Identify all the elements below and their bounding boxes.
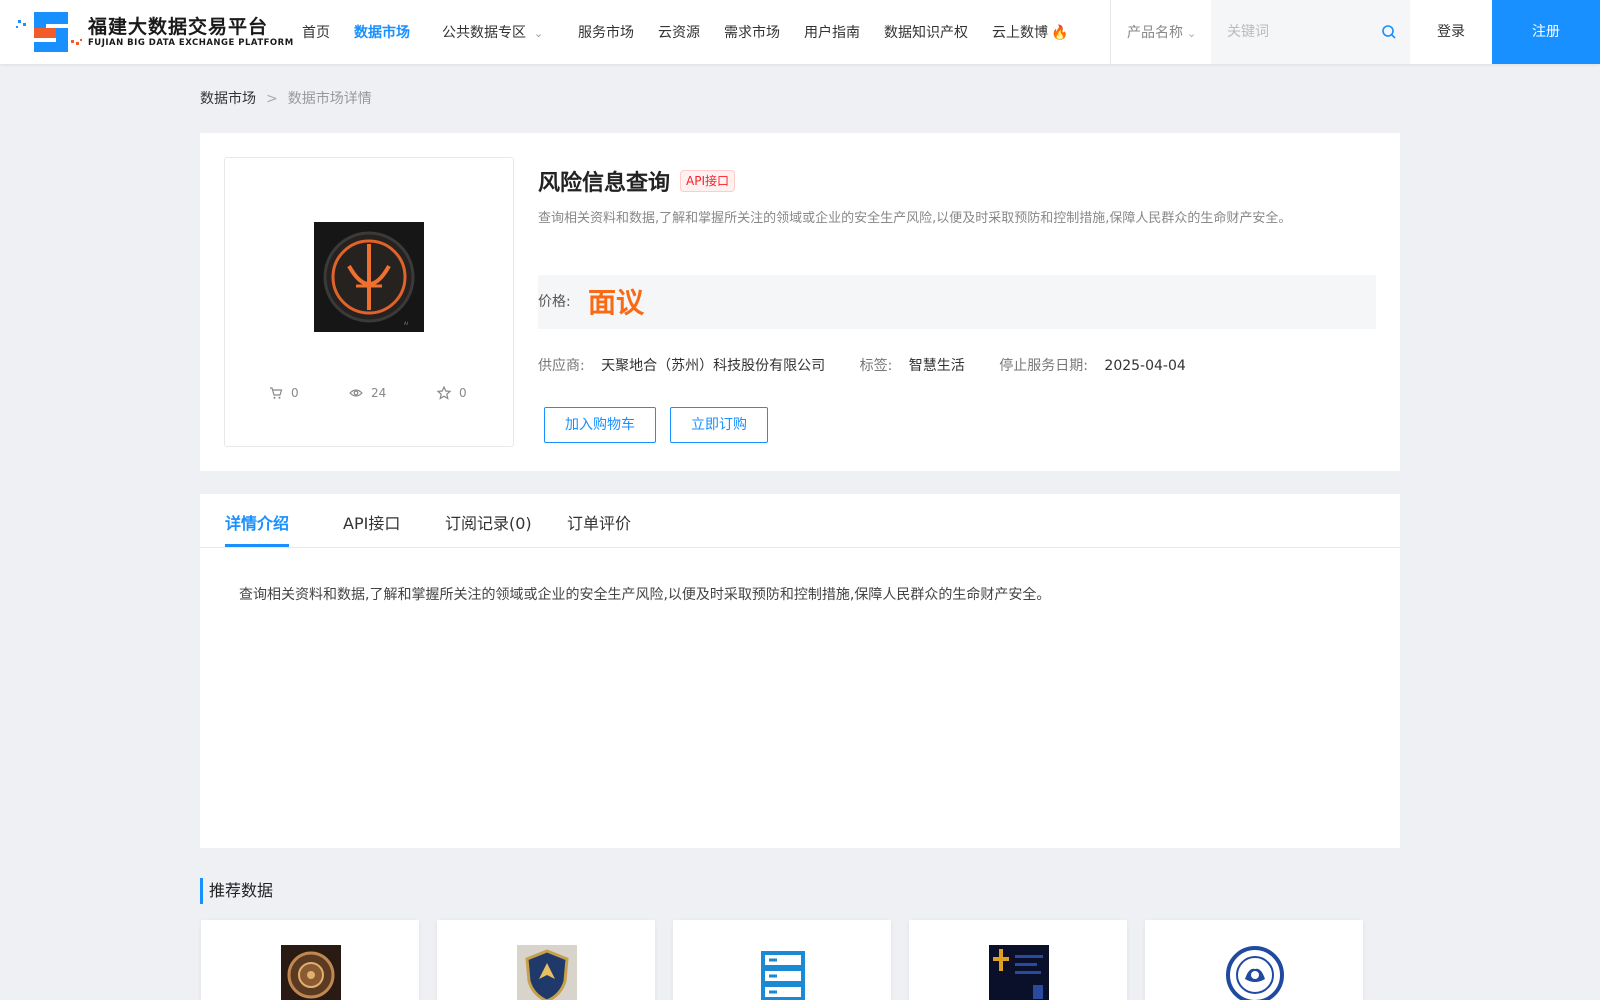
product-description: 查询相关资料和数据,了解和掌握所关注的领域或企业的安全生产风险,以便及时采取预防… (538, 211, 1292, 226)
tab-api[interactable]: API接口 (343, 510, 400, 534)
recommend-card[interactable] (909, 920, 1127, 1000)
chevron-down-icon: ⌄ (1187, 27, 1197, 40)
tab-details[interactable]: 详情介绍 (225, 510, 289, 534)
stop-date-value: 2025-04-04 (1104, 358, 1186, 374)
tag-label: 标签: (859, 358, 893, 374)
supplier-label: 供应商: (538, 358, 585, 374)
breadcrumb: 数据市场 > 数据市场详情 (200, 88, 372, 108)
logo-title-cn: 福建大数据交易平台 (88, 16, 269, 38)
product-type-badge: API接口 (680, 170, 735, 192)
eye-icon (349, 389, 363, 397)
nav-item-cloud[interactable]: 云资源 (658, 22, 700, 42)
tag-value: 智慧生活 (908, 358, 965, 374)
chevron-down-icon: ⌄ (534, 27, 544, 40)
recommend-card[interactable] (673, 920, 891, 1000)
bronze-emblem-icon (281, 945, 341, 1000)
breadcrumb-separator: > (266, 91, 278, 107)
breadcrumb-root[interactable]: 数据市场 (200, 91, 256, 107)
logo-mark-icon (16, 12, 82, 52)
nav-item-demand-market[interactable]: 需求市场 (724, 22, 780, 42)
active-tab-indicator (225, 544, 289, 547)
product-title: 风险信息查询 (538, 171, 671, 196)
cart-count: 0 (269, 386, 299, 400)
recommend-card[interactable] (437, 920, 655, 1000)
top-header: 福建大数据交易平台 FUJIAN BIG DATA EXCHANGE PLATF… (0, 0, 1600, 64)
product-meta: 供应商: 天聚地合（苏州）科技股份有限公司 标签: 智慧生活 停止服务日期: 2… (538, 355, 1186, 375)
search-type-select[interactable]: 产品名称 ⌄ (1127, 22, 1196, 42)
seal-emblem-icon (1225, 945, 1285, 1000)
fire-icon: 🔥 (1051, 25, 1069, 41)
recommend-title: 推荐数据 (200, 878, 273, 904)
product-card: AI 0 24 0 风险信息查询 API接口 查询相关资料和数据,了解和掌握所关… (200, 133, 1400, 471)
detail-content: 查询相关资料和数据,了解和掌握所关注的领域或企业的安全生产风险,以便及时采取预防… (239, 587, 1051, 603)
product-thumbnail-box: AI 0 24 0 (224, 157, 514, 447)
nav-item-data-ip[interactable]: 数据知识产权 (884, 22, 968, 42)
favorite-count[interactable]: 0 (437, 386, 467, 400)
supplier-value: 天聚地合（苏州）科技股份有限公司 (601, 358, 826, 374)
logo-title-en: FUJIAN BIG DATA EXCHANGE PLATFORM (88, 38, 294, 48)
tab-subscriptions[interactable]: 订阅记录(0) (445, 510, 532, 534)
add-to-cart-button[interactable]: 加入购物车 (544, 407, 656, 443)
register-button[interactable]: 注册 (1492, 0, 1600, 64)
search-box (1211, 0, 1411, 64)
nav-item-public-data[interactable]: 公共数据专区 ⌄ (442, 22, 543, 42)
detail-section: 详情介绍 API接口 订阅记录(0) 订单评价 查询相关资料和数据,了解和掌握所… (200, 494, 1400, 848)
price-value: 面议 (588, 286, 645, 319)
breadcrumb-current: 数据市场详情 (287, 91, 372, 107)
search-bar: 产品名称 ⌄ (1110, 0, 1411, 64)
nav-item-data-market[interactable]: 数据市场 (354, 22, 410, 42)
cart-icon (270, 387, 283, 399)
server-icon (761, 951, 805, 1000)
stop-date-label: 停止服务日期: (999, 358, 1088, 374)
view-count: 24 (349, 386, 386, 400)
platform-logo[interactable]: 福建大数据交易平台 FUJIAN BIG DATA EXCHANGE PLATF… (16, 10, 293, 54)
svg-text:AI: AI (404, 321, 408, 326)
product-emblem-icon: AI (314, 222, 424, 332)
nav-item-user-guide[interactable]: 用户指南 (804, 22, 860, 42)
nav-item-cloud-expo[interactable]: 云上数博 🔥 (992, 22, 1068, 42)
detail-tabs: 详情介绍 API接口 订阅记录(0) 订单评价 (200, 494, 1400, 548)
nav-item-service-market[interactable]: 服务市场 (578, 22, 634, 42)
tab-reviews[interactable]: 订单评价 (567, 510, 631, 534)
product-stats: 0 24 0 (225, 386, 515, 406)
recommend-card[interactable] (1145, 920, 1363, 1000)
nav-item-home[interactable]: 首页 (302, 22, 330, 42)
dark-logo-icon (989, 945, 1049, 1000)
login-button[interactable]: 登录 (1410, 0, 1492, 64)
price-row: 价格: 面议 (538, 275, 1376, 329)
price-label: 价格: (538, 294, 571, 310)
search-input[interactable] (1227, 20, 1367, 44)
buy-now-button[interactable]: 立即订购 (670, 407, 768, 443)
shield-emblem-icon (517, 945, 577, 1000)
star-icon (437, 386, 451, 400)
search-icon[interactable] (1381, 24, 1397, 40)
recommend-card[interactable] (201, 920, 419, 1000)
